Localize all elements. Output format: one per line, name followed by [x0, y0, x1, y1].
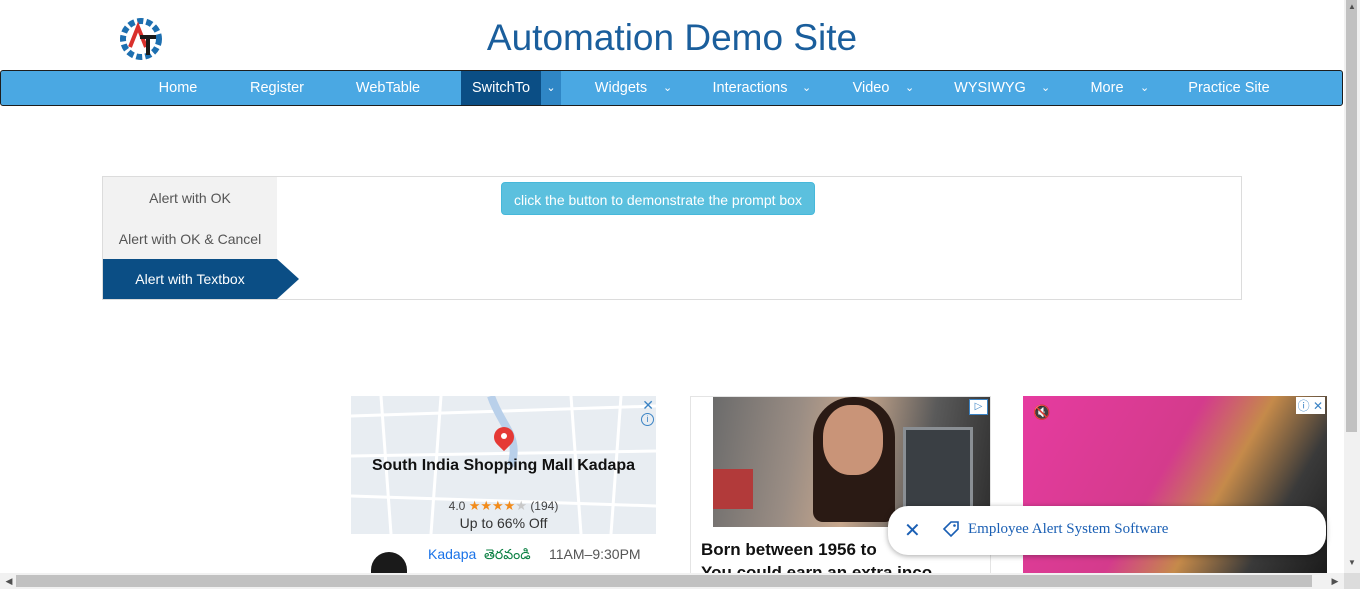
mute-icon[interactable]: 🔇 — [1033, 404, 1050, 421]
star-icon: ★ — [480, 498, 492, 513]
scroll-right-icon[interactable]: ▶ — [1329, 575, 1341, 587]
nav-practice-site[interactable]: Practice Site — [1177, 71, 1281, 105]
nav-interactions[interactable]: Interactions — [703, 71, 797, 105]
interactions-chevron-down-icon[interactable]: ⌄ — [802, 71, 811, 105]
scroll-up-icon[interactable]: ▲ — [1346, 2, 1358, 14]
prompt-box-button[interactable]: click the button to demonstrate the prom… — [501, 182, 815, 215]
store-info-bar: Kadapa తెరవండి 11AM–9:30PM — [351, 534, 656, 574]
star-icon: ★ — [503, 498, 516, 513]
map-ad[interactable]: South India Shopping Mall Kadapa 4.0 ★★★… — [351, 396, 656, 574]
horizontal-scroll-thumb[interactable] — [16, 575, 1312, 587]
site-header: Automation Demo Site — [0, 0, 1344, 70]
close-icon[interactable]: ✕ — [904, 518, 921, 543]
store-hours: 11AM–9:30PM — [549, 546, 641, 562]
tab-alert-with-textbox[interactable]: Alert with Textbox — [103, 259, 277, 299]
nav-widgets[interactable]: Widgets — [583, 71, 659, 105]
star-empty-icon: ★ — [515, 498, 527, 513]
nav-wysiwyg[interactable]: WYSIWYG — [945, 71, 1035, 105]
alert-tab-panel: Alert with OK Alert with OK & Cancel Ale… — [102, 176, 1242, 300]
switchto-chevron-down-icon[interactable]: ⌄ — [541, 71, 561, 105]
store-logo-icon — [371, 552, 407, 574]
tag-icon — [942, 521, 959, 538]
nav-more[interactable]: More — [1081, 71, 1133, 105]
site-title: Automation Demo Site — [486, 17, 858, 58]
video-chevron-down-icon[interactable]: ⌄ — [905, 71, 914, 105]
main-navbar: Home Register WebTable SwitchTo ⌄ Widget… — [0, 70, 1343, 106]
nav-home[interactable]: Home — [139, 71, 217, 105]
store-rating: 4.0 ★★★★★ (194) — [448, 498, 559, 513]
tab-alert-with-ok-cancel[interactable]: Alert with OK & Cancel — [103, 219, 277, 259]
vertical-scroll-thumb[interactable] — [1346, 0, 1357, 432]
scroll-left-icon[interactable]: ◀ — [3, 575, 15, 587]
scroll-down-icon[interactable]: ▼ — [1346, 558, 1358, 570]
active-tab-arrow — [277, 259, 299, 299]
ad-info-close-icons[interactable]: ⓘ ✕ — [1295, 397, 1325, 414]
nav-video[interactable]: Video — [843, 71, 899, 105]
ad-close-icon[interactable]: ✕ — [642, 397, 654, 414]
alert-tab-list: Alert with OK Alert with OK & Cancel Ale… — [103, 177, 277, 299]
more-chevron-down-icon[interactable]: ⌄ — [1140, 71, 1149, 105]
nav-webtable[interactable]: WebTable — [337, 71, 439, 105]
store-open-status: తెరవండి — [484, 546, 531, 562]
tab-alert-with-ok[interactable]: Alert with OK — [103, 178, 277, 218]
store-city-link[interactable]: Kadapa — [428, 546, 476, 562]
star-icon: ★ — [468, 498, 481, 513]
store-offer: Up to 66% Off — [459, 515, 548, 531]
wysiwyg-chevron-down-icon[interactable]: ⌄ — [1041, 71, 1050, 105]
widgets-chevron-down-icon[interactable]: ⌄ — [663, 71, 672, 105]
nav-register[interactable]: Register — [231, 71, 323, 105]
adchoices-icon[interactable]: ▷ — [969, 399, 988, 415]
toast-link[interactable]: Employee Alert System Software — [968, 521, 1168, 538]
suggestion-toast: ✕ Employee Alert System Software — [888, 506, 1326, 555]
nav-switchto[interactable]: SwitchTo — [461, 71, 541, 105]
store-name: South India Shopping Mall Kadapa — [371, 457, 636, 474]
star-icon: ★ — [492, 498, 504, 513]
ad-info-icon[interactable]: i — [641, 413, 654, 426]
